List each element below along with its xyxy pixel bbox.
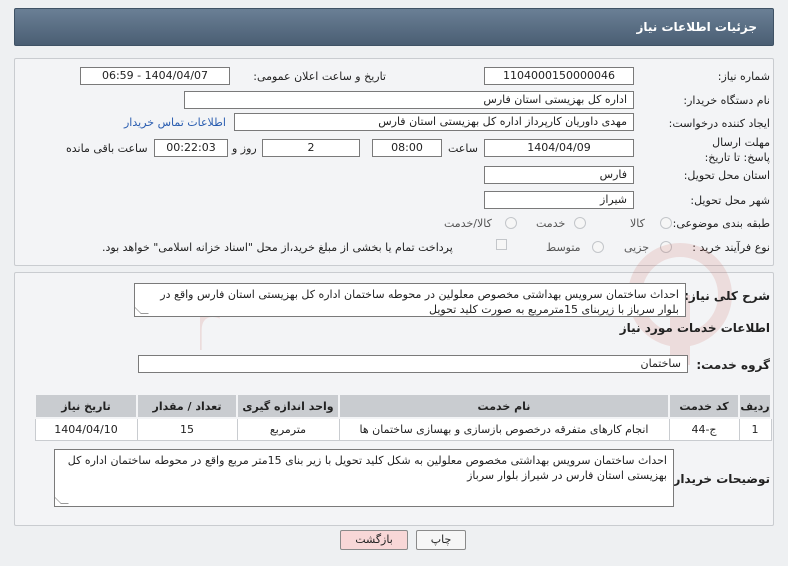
page-title: جزئیات اطلاعات نیاز xyxy=(636,20,757,34)
buyer-contact-link[interactable]: اطلاعات تماس خریدار xyxy=(124,116,226,129)
deadline-date-field: 1404/04/09 xyxy=(484,139,634,157)
need-number-field: 1104000150000046 xyxy=(484,67,634,85)
col-service-name: نام خدمت xyxy=(338,393,670,419)
col-need-date: تاریخ نیاز xyxy=(34,393,138,419)
requester-label: ایجاد کننده درخواست: xyxy=(668,117,770,130)
cell-service-code: ج-44 xyxy=(668,417,740,441)
delivery-city-field: شیراز xyxy=(484,191,634,209)
deadline-time-field: 08:00 xyxy=(372,139,442,157)
cell-quantity: 15 xyxy=(136,417,238,441)
category-option-service: خدمت xyxy=(536,217,566,230)
service-group-label: گروه خدمت: xyxy=(696,358,770,372)
announce-datetime-label: تاریخ و ساعت اعلان عمومی: xyxy=(253,70,386,83)
page-header: جزئیات اطلاعات نیاز xyxy=(14,8,774,46)
need-info-panel xyxy=(14,58,774,266)
days-field: 2 xyxy=(262,139,360,157)
resize-handle-icon[interactable] xyxy=(135,306,149,314)
category-label: طبقه بندی موضوعی: xyxy=(672,217,770,230)
need-number-label: شماره نیاز: xyxy=(717,70,770,83)
purchase-type-label: نوع فرآیند خرید : xyxy=(692,241,770,254)
resize-handle-icon[interactable] xyxy=(55,496,69,504)
buyer-org-field: اداره کل بهزیستی استان فارس xyxy=(184,91,634,109)
remaining-time-field: 00:22:03 xyxy=(154,139,228,157)
deadline-time-label: ساعت xyxy=(448,142,478,155)
back-button[interactable]: بازگشت xyxy=(340,530,408,550)
services-table-header: ردیف کد خدمت نام خدمت واحد اندازه گیری ت… xyxy=(34,393,772,419)
service-group-field: ساختمان xyxy=(138,355,688,373)
requester-field: مهدی داوریان کارپرداز اداره کل بهزیستی ا… xyxy=(234,113,634,131)
category-radio-goods-service[interactable] xyxy=(505,217,517,229)
col-service-code: کد خدمت xyxy=(668,393,740,419)
summary-textarea: احداث ساختمان سرویس بهداشتی مخصوص معلولی… xyxy=(134,283,686,317)
table-row: 1 ج-44 انجام کارهای متفرقه درخصوص بازساز… xyxy=(34,417,772,441)
delivery-city-label: شهر محل تحویل: xyxy=(690,194,770,207)
cell-need-date: 1404/04/10 xyxy=(34,417,138,441)
category-radio-service[interactable] xyxy=(574,217,586,229)
summary-label: شرح کلی نیاز: xyxy=(684,289,770,303)
announce-datetime-field: 1404/04/07 - 06:59 xyxy=(80,67,230,85)
col-quantity: تعداد / مقدار xyxy=(136,393,238,419)
treasury-payment-checkbox[interactable] xyxy=(496,239,507,250)
summary-text: احداث ساختمان سرویس بهداشتی مخصوص معلولی… xyxy=(160,288,679,316)
buyer-notes-label: توضیحات خریدار: xyxy=(668,472,770,486)
services-section-title: اطلاعات خدمات مورد نیاز xyxy=(619,321,770,335)
purchase-option-medium: متوسط xyxy=(546,241,581,254)
treasury-payment-note: پرداخت تمام یا بخشی از مبلغ خرید،از محل … xyxy=(102,241,453,254)
buyer-notes-text: احداث ساختمان سرویس بهداشتی مخصوص معلولی… xyxy=(67,454,667,482)
col-unit: واحد اندازه گیری xyxy=(236,393,340,419)
print-button[interactable]: چاپ xyxy=(416,530,466,550)
deadline-label: مهلت ارسال پاسخ: تا تاریخ: xyxy=(704,136,770,164)
cell-service-name: انجام کارهای متفرقه درخصوص بازسازی و بهس… xyxy=(338,417,670,441)
delivery-province-label: استان محل تحویل: xyxy=(683,169,770,182)
category-option-goods: کالا xyxy=(630,217,645,230)
category-radio-goods[interactable] xyxy=(660,217,672,229)
buyer-notes-textarea: احداث ساختمان سرویس بهداشتی مخصوص معلولی… xyxy=(54,449,674,507)
purchase-radio-minor[interactable] xyxy=(660,241,672,253)
buyer-org-label: نام دستگاه خریدار: xyxy=(683,94,770,107)
category-option-goods-service: کالا/خدمت xyxy=(444,217,492,230)
purchase-option-minor: جزیی xyxy=(624,241,650,254)
col-row-number: ردیف xyxy=(738,393,772,419)
remaining-time-label: ساعت باقی مانده xyxy=(66,142,148,155)
delivery-province-field: فارس xyxy=(484,166,634,184)
days-label: روز و xyxy=(232,142,257,155)
services-table: ردیف کد خدمت نام خدمت واحد اندازه گیری ت… xyxy=(34,393,772,441)
purchase-radio-medium[interactable] xyxy=(592,241,604,253)
cell-row-number: 1 xyxy=(738,417,772,441)
cell-unit: مترمربع xyxy=(236,417,340,441)
